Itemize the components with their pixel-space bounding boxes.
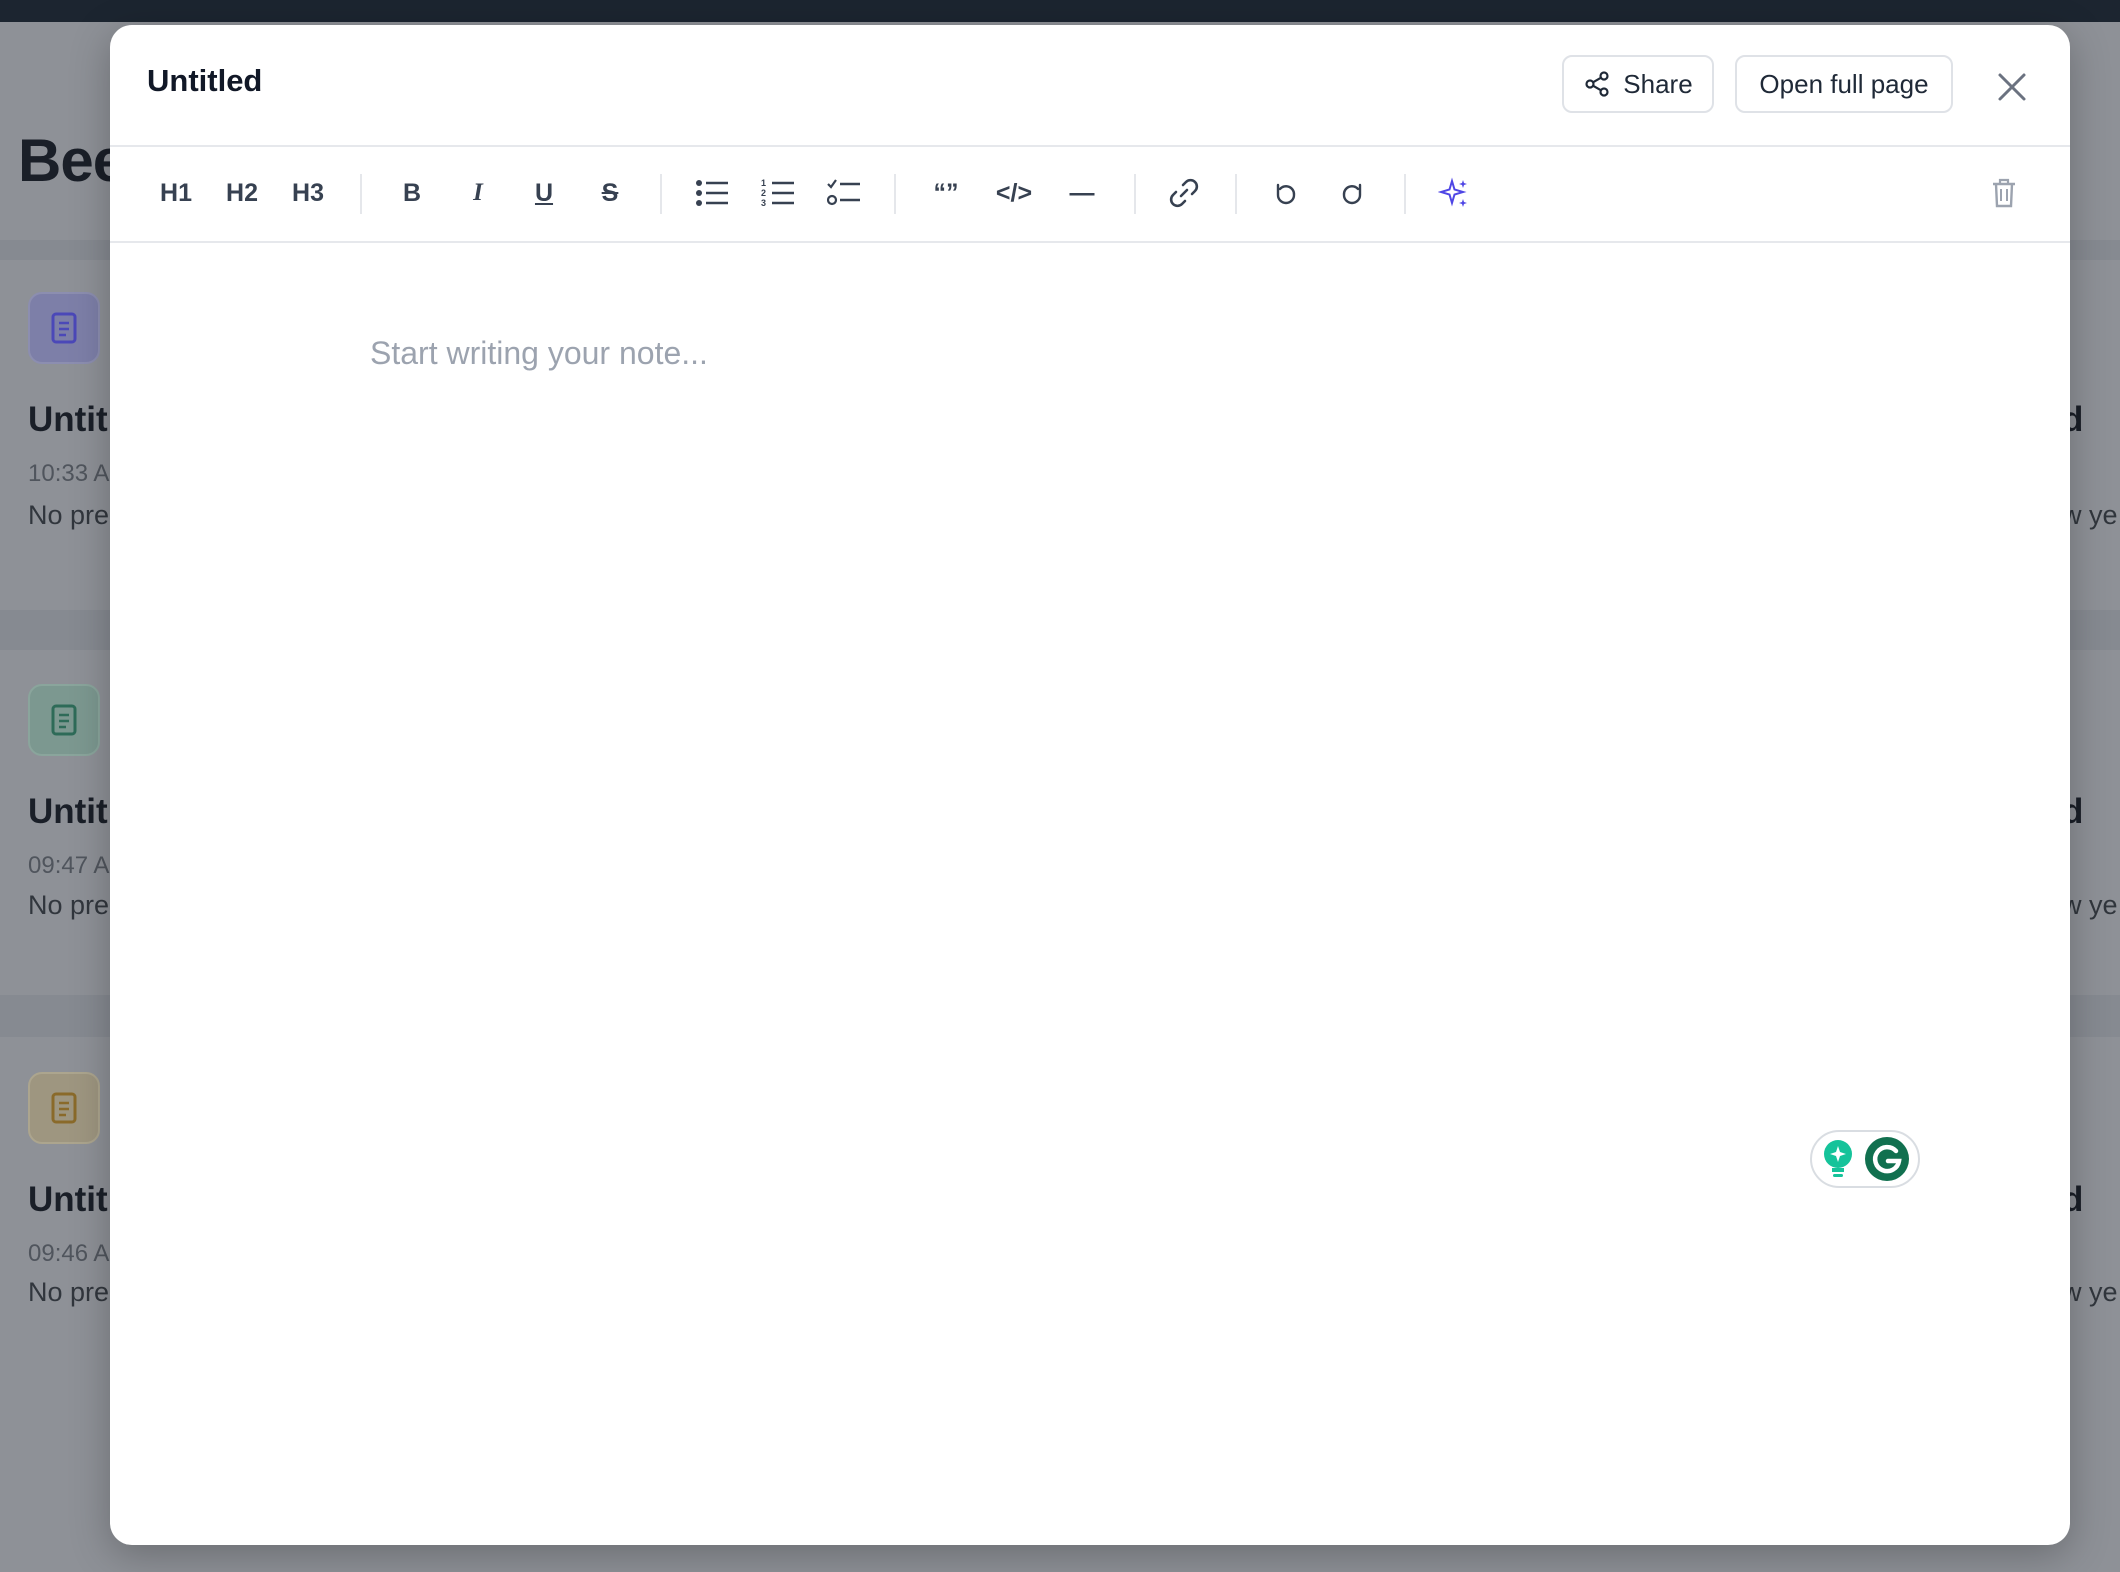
note-preview: No pre [28,1277,110,1307]
document-icon [28,684,100,756]
redo-button[interactable] [1328,169,1376,217]
code-button[interactable]: </> [990,169,1038,217]
bold-button[interactable]: B [388,169,436,217]
note-preview-right: w ye [2062,890,2118,920]
strikethrough-button[interactable]: S [586,169,634,217]
heading1-button[interactable]: H1 [152,169,200,217]
bullet-list-button[interactable] [688,169,736,217]
note-title[interactable]: Untitled [147,63,262,99]
horizontal-rule-button[interactable]: — [1058,169,1106,217]
link-icon [1169,178,1199,208]
note-title: Untit [28,400,108,439]
document-icon [28,292,100,364]
share-button[interactable]: Share [1562,55,1714,113]
note-title: Untit [28,1180,108,1219]
toolbar-separator [360,174,362,214]
sparkles-icon [1438,177,1467,207]
delete-button[interactable] [1980,169,2028,217]
redo-icon [1342,183,1362,205]
note-time: 10:33 A [28,460,110,487]
grammarly-widget[interactable] [1810,1130,1920,1188]
toolbar-separator [894,174,896,214]
quote-button[interactable]: “” [922,169,970,217]
note-editor[interactable]: Start writing your note... [370,335,708,372]
note-time: 09:46 A [28,1240,110,1267]
close-icon[interactable] [1994,69,2030,105]
svg-text:1: 1 [761,178,766,188]
modal-header: Untitled Share Open full page [110,25,2070,147]
link-button[interactable] [1160,169,1208,217]
note-preview-right: w ye [2062,1277,2118,1307]
svg-text:2: 2 [761,188,766,198]
toolbar-separator [1235,174,1237,214]
checklist-icon [827,179,860,206]
open-full-page-label: Open full page [1759,68,1929,99]
note-preview: No pre [28,500,110,530]
undo-icon [1276,183,1296,205]
lightbulb-icon [1824,1140,1852,1177]
heading3-button[interactable]: H3 [284,169,332,217]
toolbar-separator [1134,174,1136,214]
toolbar-separator [1404,174,1406,214]
note-time: 09:47 A [28,852,110,879]
toolbar-separator [660,174,662,214]
heading2-button[interactable]: H2 [218,169,266,217]
numbered-list-button[interactable]: 1 2 3 [754,169,802,217]
note-editor-modal: Untitled Share Open full page H1 H2 H3 B… [110,25,2070,1545]
note-title: Untit [28,792,108,831]
formatting-toolbar: H1 H2 H3 B I U S 1 2 3 “” </> — [110,147,2070,243]
svg-text:3: 3 [761,198,766,208]
task-list-button[interactable] [820,169,868,217]
ai-assist-button[interactable] [1430,169,1478,217]
undo-button[interactable] [1262,169,1310,217]
document-icon [28,1072,100,1144]
share-label: Share [1623,68,1693,99]
bullet-list-icon [696,180,728,206]
note-preview-right: w ye [2062,500,2118,530]
numbered-list-icon: 1 2 3 [761,178,794,208]
grammarly-icon [1865,1137,1909,1181]
trash-icon [1993,178,2015,208]
open-full-page-button[interactable]: Open full page [1735,55,1953,113]
underline-button[interactable]: U [520,169,568,217]
italic-button[interactable]: I [454,169,502,217]
app-top-bar [0,0,2120,22]
share-icon [1585,71,1609,97]
note-preview: No pre [28,890,110,920]
